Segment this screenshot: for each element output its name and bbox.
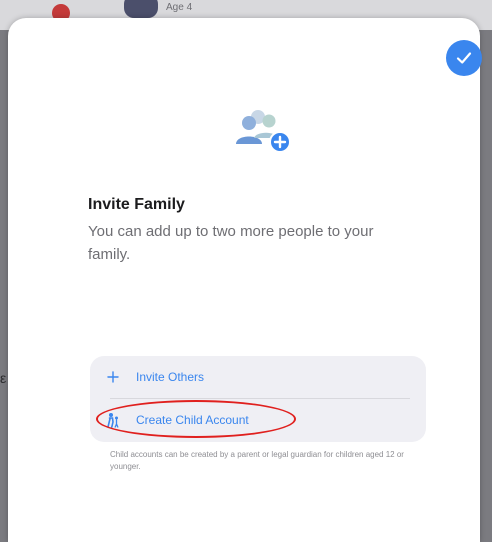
invite-others-label: Invite Others [136,370,205,384]
avatar [124,0,158,18]
background-partial-text: ε [0,370,7,386]
sheet-subtitle: You can add up to two more people to you… [88,223,374,263]
create-child-account-label: Create Child Account [136,413,249,427]
member-age-label: Age 4 [166,2,193,13]
background-left-edge [0,30,8,542]
create-child-account-button[interactable]: Create Child Account [90,399,426,441]
options-card: Invite Others Create Child Account [90,356,426,442]
done-button[interactable] [446,40,482,76]
plus-icon [104,371,122,383]
checkmark-icon [456,52,472,64]
child-account-footnote: Child accounts can be created by a paren… [110,450,404,471]
child-icon [104,412,122,428]
sheet-title: Invite Family [88,196,185,213]
invite-family-sheet: Invite Family You can add up to two more… [8,18,482,542]
family-add-icon [236,110,291,153]
invite-others-button[interactable]: Invite Others [90,356,426,398]
background-right-edge [480,30,492,542]
